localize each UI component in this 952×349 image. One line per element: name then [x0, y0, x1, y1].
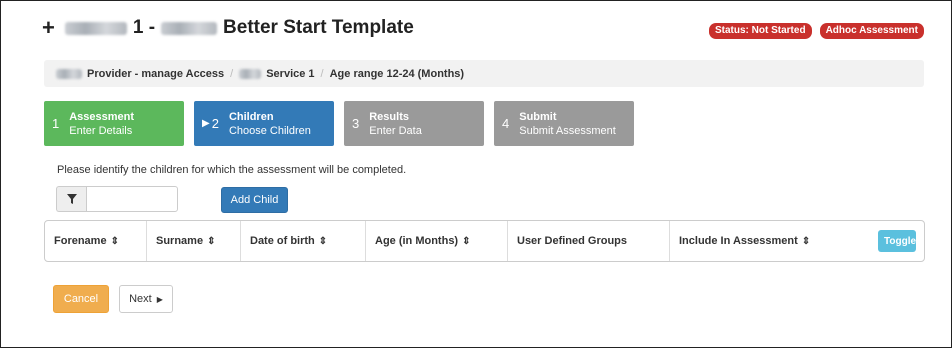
wizard-steps: 1 Assessment Enter Details ▶ 2 Children … — [44, 101, 634, 146]
sort-icon: ⇕ — [207, 235, 216, 247]
step-title: Assessment — [69, 110, 135, 123]
column-label: Forename — [54, 235, 107, 247]
breadcrumb: Provider - manage Access / Service 1 / A… — [44, 60, 924, 87]
column-header-age[interactable]: Age (in Months) ⇕ — [366, 221, 508, 261]
redacted-name — [239, 68, 262, 79]
next-button[interactable]: Next ▶ — [119, 285, 173, 313]
column-header-include[interactable]: Include In Assessment ⇕ Toggle — [670, 221, 924, 261]
sort-icon: ⇕ — [462, 235, 471, 247]
step-children[interactable]: ▶ 2 Children Choose Children — [194, 101, 334, 146]
breadcrumb-separator: / — [320, 67, 324, 80]
column-header-user-groups: User Defined Groups — [508, 221, 670, 261]
step-submit[interactable]: 4 Submit Submit Assessment — [494, 101, 634, 146]
column-label: User Defined Groups — [517, 235, 628, 247]
add-child-button[interactable]: Add Child — [221, 187, 288, 213]
filter-icon — [56, 186, 86, 212]
instruction-text: Please identify the children for which t… — [57, 164, 407, 176]
page-title: + 1 - Better Start Template — [42, 17, 414, 39]
step-title: Results — [369, 110, 409, 123]
step-title: Submit — [519, 110, 557, 123]
sort-icon: ⇕ — [318, 235, 328, 247]
column-header-surname[interactable]: Surname ⇕ — [147, 221, 241, 261]
caret-right-icon: ▶ — [156, 294, 163, 304]
column-header-date-of-birth[interactable]: Date of birth ⇕ — [241, 221, 366, 261]
caret-right-icon: ▶ — [202, 118, 210, 129]
title-part2: Better Start Template — [223, 17, 414, 38]
column-header-forename[interactable]: Forename ⇕ — [45, 221, 147, 261]
assessment-type-badge: Adhoc Assessment — [819, 23, 924, 39]
step-number: 1 — [52, 116, 60, 131]
step-number: 2 — [211, 116, 219, 131]
sort-icon: ⇕ — [110, 235, 119, 247]
breadcrumb-separator: / — [230, 67, 234, 80]
column-label: Surname — [156, 235, 204, 247]
breadcrumb-item-provider[interactable]: Provider - manage Access — [87, 68, 224, 80]
step-assessment[interactable]: 1 Assessment Enter Details — [44, 101, 184, 146]
status-badge: Status: Not Started — [709, 23, 812, 39]
column-label: Include In Assessment — [679, 235, 798, 247]
toggle-button[interactable]: Toggle — [878, 230, 916, 252]
step-number: 3 — [352, 116, 360, 131]
column-label: Date of birth — [250, 235, 315, 247]
step-subtitle: Enter Data — [369, 124, 422, 137]
redacted-name — [64, 21, 127, 35]
step-title: Children — [228, 110, 274, 123]
breadcrumb-item-service[interactable]: Service 1 — [266, 68, 314, 80]
breadcrumb-item-age-range: Age range 12-24 (Months) — [329, 67, 465, 80]
status-badges: Status: Not Started Adhoc Assessment — [709, 23, 924, 39]
next-label: Next — [129, 293, 152, 305]
step-subtitle: Submit Assessment — [519, 124, 616, 137]
children-table-header: Forename ⇕ Surname ⇕ Date of birth ⇕ Age (i… — [44, 220, 925, 262]
step-number: 4 — [502, 116, 510, 131]
step-subtitle: Choose Children — [228, 124, 311, 137]
redacted-name — [161, 21, 218, 35]
redacted-name — [56, 68, 82, 79]
page-title-text: 1 - Better Start Template — [64, 17, 414, 39]
step-subtitle: Enter Details — [69, 124, 133, 137]
step-results[interactable]: 3 Results Enter Data — [344, 101, 484, 146]
plus-icon: + — [42, 15, 55, 40]
column-label: Age (in Months) — [375, 235, 459, 247]
filter-group — [56, 186, 178, 212]
title-part1: 1 - — [132, 17, 156, 38]
sort-icon: ⇕ — [801, 235, 811, 247]
cancel-button[interactable]: Cancel — [53, 285, 109, 313]
filter-input[interactable] — [86, 186, 178, 212]
